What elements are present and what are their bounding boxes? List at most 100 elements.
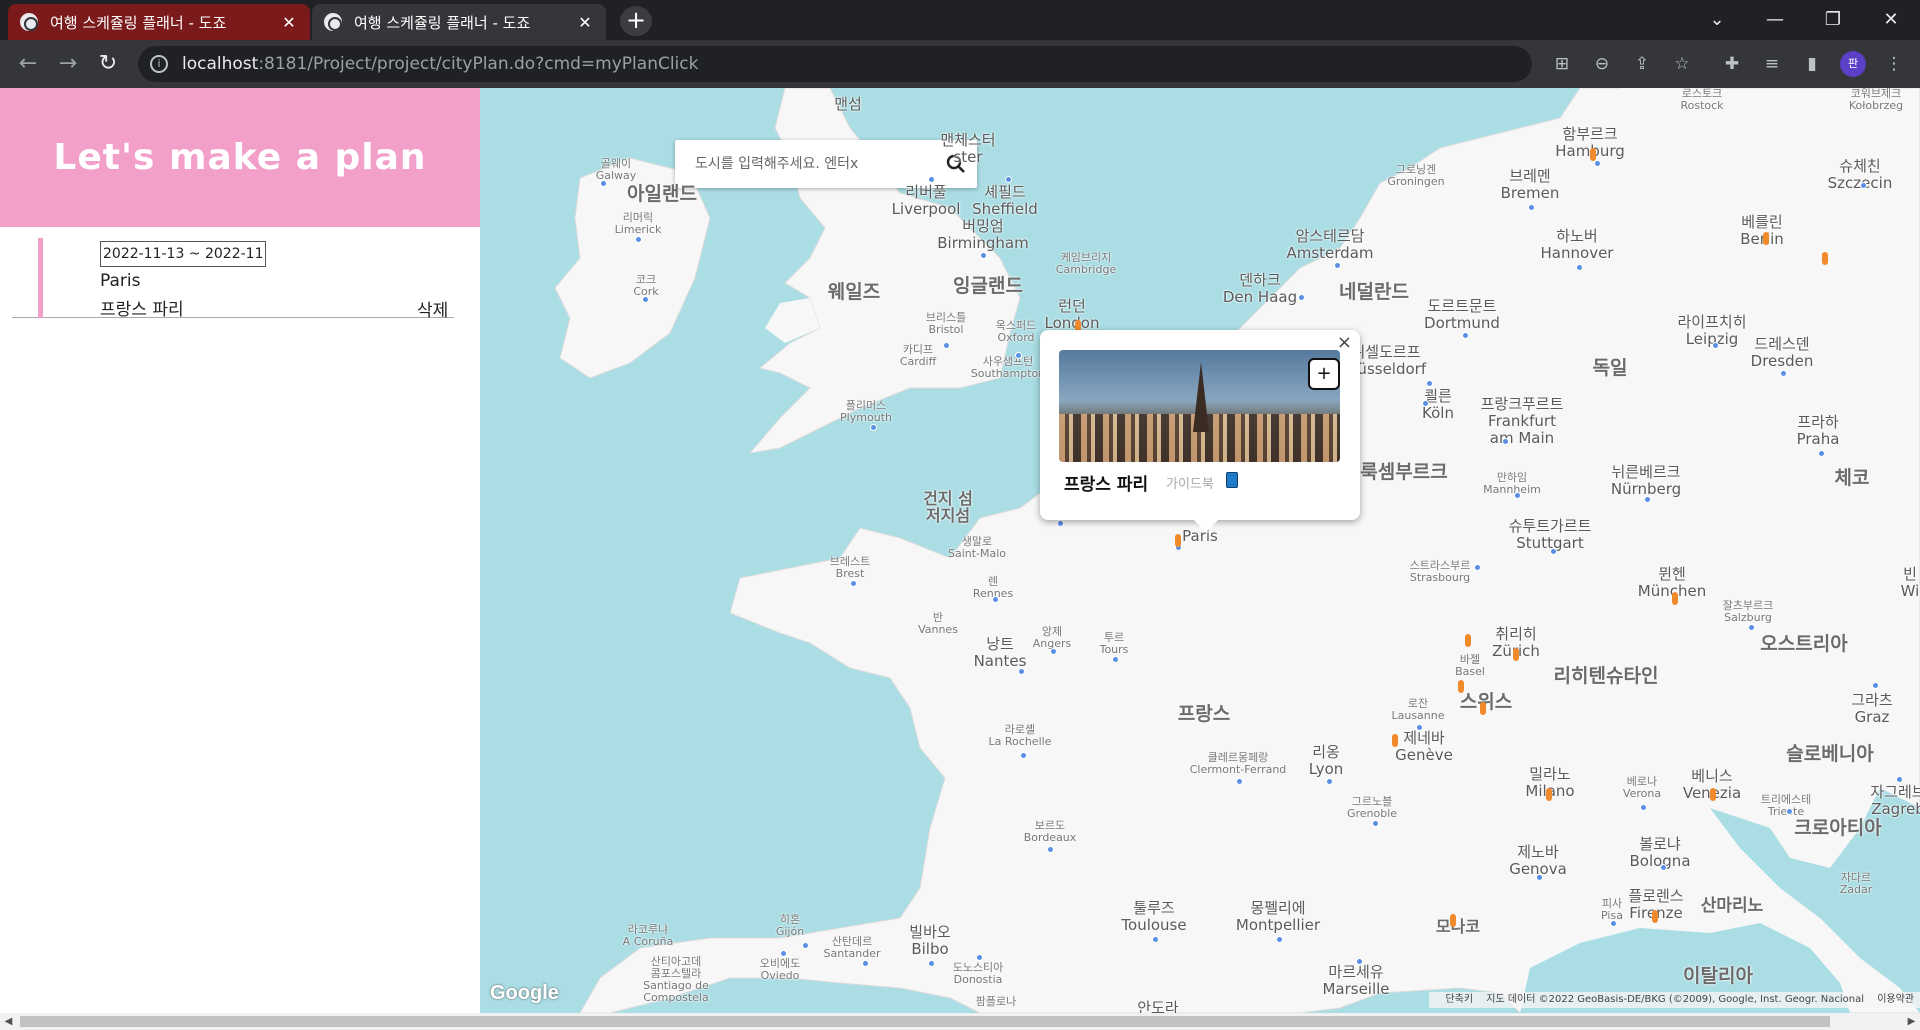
city-dot[interactable]	[1416, 724, 1423, 731]
city-dot[interactable]	[1334, 262, 1341, 269]
city-dot[interactable]	[1550, 548, 1557, 555]
city-dot[interactable]	[850, 580, 857, 587]
restore-button[interactable]: ❐	[1810, 0, 1856, 40]
plan-marker[interactable]	[1710, 788, 1716, 801]
info-icon[interactable]: i	[150, 55, 168, 73]
terms-link[interactable]: 이용약관	[1877, 994, 1914, 1005]
plan-marker[interactable]	[1465, 634, 1471, 647]
city-dot[interactable]	[635, 236, 642, 243]
city-dot[interactable]	[1818, 450, 1825, 457]
city-dot[interactable]	[1236, 778, 1243, 785]
city-dot[interactable]	[928, 960, 935, 967]
city-dot[interactable]	[1640, 804, 1647, 811]
extensions-icon[interactable]: ✚	[1720, 52, 1744, 76]
city-dot[interactable]	[1005, 176, 1012, 183]
city-dot[interactable]	[1748, 624, 1755, 631]
city-dot[interactable]	[1896, 776, 1903, 783]
city-dot[interactable]	[1057, 520, 1064, 527]
city-dot[interactable]	[780, 950, 787, 957]
city-dot[interactable]	[1462, 332, 1469, 339]
keyboard-shortcuts-link[interactable]: 단축키	[1445, 994, 1473, 1005]
city-dot[interactable]	[1514, 492, 1521, 499]
city-dot[interactable]	[870, 424, 877, 431]
plan-marker[interactable]	[1458, 680, 1464, 693]
close-tab-icon[interactable]: ✕	[576, 13, 594, 32]
city-dot[interactable]	[1536, 874, 1543, 881]
plan-marker[interactable]	[1590, 148, 1596, 161]
city-dot[interactable]	[928, 176, 935, 183]
scroll-left-icon[interactable]: ◀	[0, 1013, 17, 1030]
close-tab-icon[interactable]: ✕	[280, 13, 298, 32]
share-icon[interactable]: ⇪	[1630, 52, 1654, 76]
city-dot[interactable]	[1372, 820, 1379, 827]
address-bar[interactable]: i localhost:8181/Project/project/cityPla…	[138, 46, 1532, 82]
city-dot[interactable]	[1112, 656, 1119, 663]
city-dot[interactable]	[1644, 496, 1651, 503]
city-dot[interactable]	[1326, 778, 1333, 785]
city-dot[interactable]	[980, 252, 987, 259]
book-icon[interactable]	[1226, 472, 1238, 488]
plan-marker[interactable]	[1450, 914, 1456, 927]
horizontal-scrollbar[interactable]: ◀ ▶	[0, 1013, 1920, 1030]
add-to-plan-button[interactable]: +	[1308, 358, 1340, 390]
translate-icon[interactable]: ⊞	[1550, 52, 1574, 76]
plan-marker[interactable]	[1392, 734, 1398, 747]
close-icon[interactable]: ×	[1337, 332, 1352, 353]
guidebook-link[interactable]: 가이드북	[1166, 473, 1214, 492]
plan-marker[interactable]	[1763, 232, 1769, 245]
city-dot[interactable]	[802, 942, 809, 949]
city-dot[interactable]	[1474, 564, 1481, 571]
tab-2[interactable]: 여행 스케쥴링 플래너 - 도죠 ✕	[312, 4, 606, 40]
delete-button[interactable]: 삭제	[417, 296, 448, 321]
city-dot[interactable]	[1015, 352, 1022, 359]
city-dot[interactable]	[1786, 808, 1793, 815]
city-dot[interactable]	[1018, 668, 1025, 675]
city-dot[interactable]	[1298, 294, 1305, 301]
city-dot[interactable]	[1860, 182, 1867, 189]
city-dot[interactable]	[1502, 438, 1509, 445]
city-dot[interactable]	[1047, 846, 1054, 853]
forward-arrow-icon[interactable]: →	[54, 50, 82, 78]
city-dot[interactable]	[1594, 160, 1601, 167]
bookmark-star-icon[interactable]: ☆	[1670, 52, 1694, 76]
plan-marker[interactable]	[1652, 910, 1658, 923]
plan-marker[interactable]	[1513, 648, 1519, 661]
city-dot[interactable]	[642, 296, 649, 303]
menu-kebab-icon[interactable]: ⋮	[1882, 52, 1906, 76]
city-dot[interactable]	[1528, 204, 1535, 211]
city-dot[interactable]	[1780, 370, 1787, 377]
city-dot[interactable]	[600, 180, 607, 187]
back-arrow-icon[interactable]: ←	[14, 50, 42, 78]
city-dot[interactable]	[992, 596, 999, 603]
scrollbar-thumb[interactable]	[20, 1016, 1830, 1027]
plan-item[interactable]: Paris 프랑스 파리 삭제	[12, 238, 454, 321]
map[interactable]: 맨섬 골웨이 Galway 아일랜드 리머릭 Limerick 코크 Cork …	[480, 88, 1920, 1013]
zoom-icon[interactable]: ⊖	[1590, 52, 1614, 76]
city-dot[interactable]	[1276, 936, 1283, 943]
city-dot[interactable]	[1020, 752, 1027, 759]
plan-marker[interactable]	[1672, 592, 1678, 605]
city-dot[interactable]	[943, 342, 950, 349]
city-dot[interactable]	[1152, 936, 1159, 943]
city-dot[interactable]	[1426, 380, 1433, 387]
city-dot[interactable]	[976, 954, 983, 961]
close-window-button[interactable]: ✕	[1868, 0, 1914, 40]
reload-icon[interactable]: ↻	[94, 50, 122, 78]
date-range-input[interactable]	[100, 241, 266, 267]
plan-marker[interactable]	[1822, 252, 1828, 265]
media-icon[interactable]: ≡	[1760, 52, 1784, 76]
city-dot[interactable]	[1872, 682, 1879, 689]
city-dot[interactable]	[1356, 958, 1363, 965]
city-dot[interactable]	[1610, 920, 1617, 927]
minimize-button[interactable]: —	[1752, 0, 1798, 40]
plan-marker[interactable]	[1546, 788, 1552, 801]
profile-avatar[interactable]: 판	[1840, 51, 1866, 77]
plan-marker[interactable]	[1480, 702, 1486, 715]
new-tab-button[interactable]: +	[620, 6, 652, 36]
city-dot[interactable]	[1422, 400, 1429, 407]
plan-marker-paris[interactable]	[1175, 534, 1181, 547]
city-dot[interactable]	[1576, 264, 1583, 271]
city-dot[interactable]	[862, 960, 869, 967]
tab-1[interactable]: 여행 스케쥴링 플래너 - 도죠 ✕	[8, 4, 310, 40]
tab-search-icon[interactable]: ⌄	[1694, 0, 1740, 40]
